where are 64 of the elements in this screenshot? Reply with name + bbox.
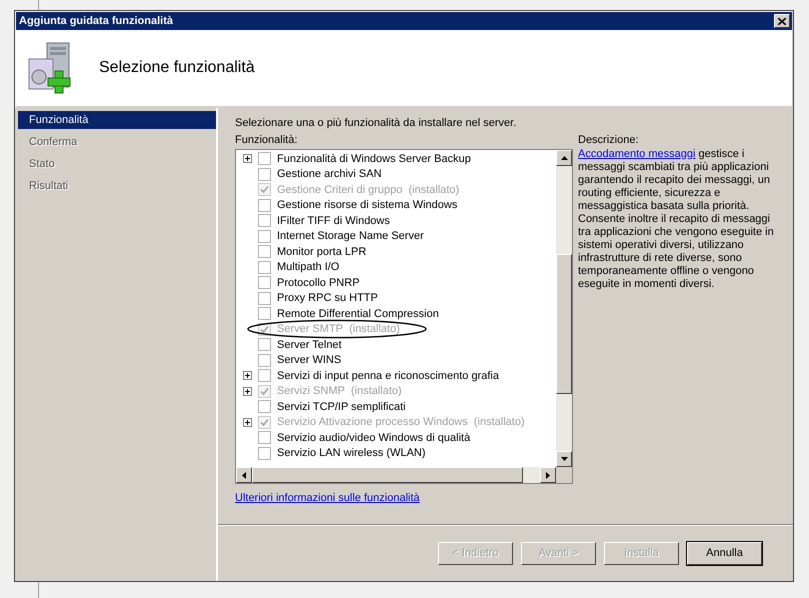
feature-label: Servizio Attivazione processo Windows (installato) xyxy=(277,416,525,428)
feature-label: Funzionalità di Windows Server Backup xyxy=(277,152,471,165)
checkbox[interactable] xyxy=(258,292,271,305)
close-button[interactable] xyxy=(774,14,790,28)
feature-label: Servizio audio/video Windows di qualità xyxy=(277,432,470,444)
feature-label: Server SMTP (installato) xyxy=(277,323,400,336)
checkbox[interactable] xyxy=(258,369,271,382)
checkbox[interactable] xyxy=(258,230,271,243)
feature-label: Servizi SNMP (installato) xyxy=(277,385,402,398)
feature-label: Remote Differential Compression xyxy=(277,308,439,320)
checkbox[interactable] xyxy=(258,400,271,414)
right-arrow-icon xyxy=(546,472,550,478)
checkbox[interactable] xyxy=(258,338,271,352)
checkbox[interactable] xyxy=(258,152,271,166)
checkbox[interactable] xyxy=(258,245,271,258)
window-title: Aggiunta guidata funzionalità xyxy=(19,14,173,29)
description-text: Accodamento messaggi gestisce i messaggi scambiati tra più applicazioni garantendo il recapito dei messaggi, un routing efficiente, sicurezza e messaggistica basata sulla priorità. Consente inoltre il recapito di messaggi tra applicazioni che vengono eseguite in sistemi operativi diversi, utilizzano infrastrutture di rete diverse, sono temporaneamente offline o vengono eseguite in momenti diversi. xyxy=(578,148,775,291)
checkbox[interactable] xyxy=(258,446,271,460)
feature-label: Server WINS xyxy=(277,354,342,366)
scrollbar-corner xyxy=(556,467,572,483)
feature-label: Gestione Criteri di gruppo (installato) xyxy=(277,184,460,196)
checkmark-icon xyxy=(260,386,269,396)
left-arrow-icon xyxy=(242,472,246,478)
checkmark-icon xyxy=(260,418,269,427)
sidebar-item[interactable]: Risultati xyxy=(18,177,216,195)
horizontal-scrollbar[interactable] xyxy=(236,467,572,483)
feature-label: Protocollo PNRP xyxy=(277,276,360,289)
checkbox[interactable] xyxy=(258,307,271,320)
checkbox[interactable] xyxy=(258,168,271,181)
instruction-text: Selezionare una o più funzionalità da installare nel server. xyxy=(235,116,518,131)
features-label: Funzionalità: xyxy=(235,133,298,148)
checkbox[interactable] xyxy=(258,198,271,212)
checkbox[interactable] xyxy=(258,431,271,444)
sidebar-item[interactable]: Stato xyxy=(18,155,216,173)
feature-link[interactable]: Accodamento messaggi xyxy=(578,148,696,160)
checkbox[interactable] xyxy=(258,214,271,228)
more-info-link[interactable]: Ulteriori informazioni sulle funzionalità xyxy=(235,490,420,506)
feature-label: Multipath I/O xyxy=(277,261,340,274)
feature-label: Gestione archivi SAN xyxy=(277,168,382,180)
checkbox[interactable] xyxy=(258,276,271,290)
expand-icon[interactable] xyxy=(242,371,252,380)
down-arrow-icon xyxy=(560,457,568,461)
checkbox[interactable] xyxy=(258,260,271,274)
description-label: Descrizione: xyxy=(578,133,640,148)
checkmark-icon xyxy=(260,324,269,334)
feature-label: IFilter TIFF di Windows xyxy=(277,214,390,227)
checkbox[interactable] xyxy=(258,354,271,367)
feature-label: Servizio LAN wireless (WLAN) xyxy=(277,447,426,460)
sidebar-item[interactable]: Funzionalità xyxy=(18,111,216,129)
feature-label: Proxy RPC su HTTP xyxy=(277,292,378,304)
feature-label: Monitor porta LPR xyxy=(277,246,366,258)
wizard-button[interactable]: Annulla xyxy=(687,542,762,565)
expand-icon[interactable] xyxy=(242,154,252,164)
feature-label: Servizi di input penna e riconoscimento grafia xyxy=(277,370,499,382)
feature-label: Internet Storage Name Server xyxy=(277,230,424,242)
up-arrow-icon xyxy=(560,156,568,160)
feature-label: Server Telnet xyxy=(277,338,342,351)
close-icon xyxy=(778,18,786,24)
checkmark-icon xyxy=(260,185,269,194)
vertical-scrollbar[interactable] xyxy=(556,150,572,467)
page-heading: Selezione funzionalità xyxy=(99,58,255,78)
feature-label: Gestione risorse di sistema Windows xyxy=(277,199,458,212)
sidebar-item[interactable]: Conferma xyxy=(18,133,216,151)
feature-label: Servizi TCP/IP semplificati xyxy=(277,400,406,413)
